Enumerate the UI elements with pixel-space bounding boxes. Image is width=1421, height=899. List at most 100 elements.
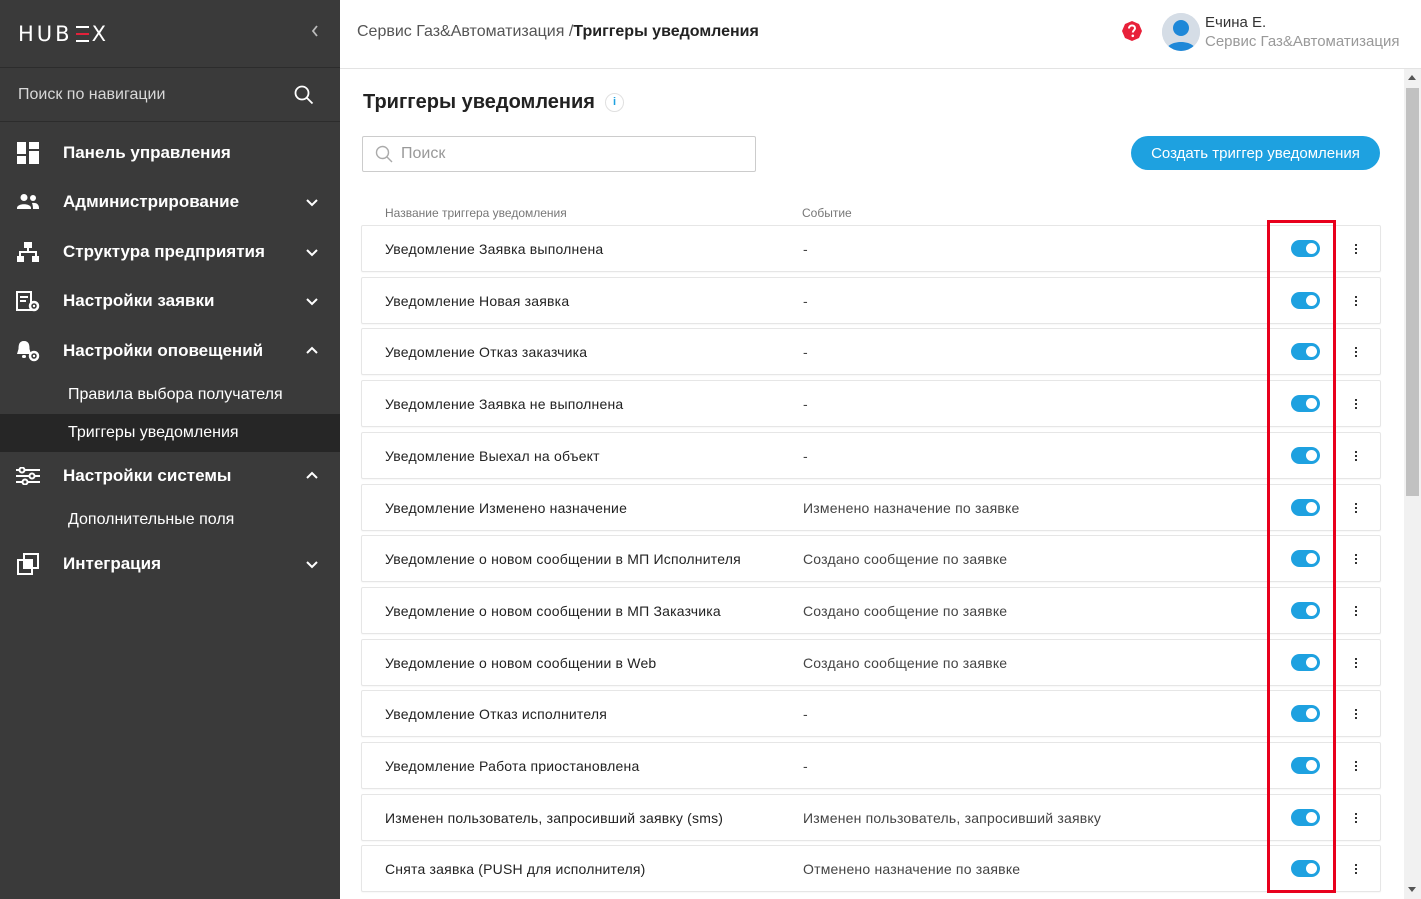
sidebar-subitem-recipient-rules[interactable]: Правила выбора получателя [0,376,340,414]
table-row[interactable]: Уведомление Работа приостановлена - [361,742,1381,789]
info-icon[interactable]: i [605,93,624,112]
trigger-name[interactable]: Уведомление о новом сообщении в МП Заказ… [385,603,721,619]
more-options-icon[interactable] [1346,443,1366,469]
trigger-name[interactable]: Изменен пользователь, запросивший заявку… [385,810,723,826]
main-content: Триггеры уведомления i Создать триггер у… [340,69,1404,899]
sidebar-item-label: Администрирование [63,192,240,212]
more-options-icon[interactable] [1346,650,1366,676]
column-header-name[interactable]: Название триггера уведомления [385,206,567,220]
sidebar-subitem-notification-triggers[interactable]: Триггеры уведомления [0,413,340,452]
breadcrumb-current: Триггеры уведомления [573,23,759,40]
create-trigger-button[interactable]: Создать триггер уведомления [1131,136,1380,170]
chevron-down-icon[interactable] [304,293,320,309]
sidebar-item-structure[interactable]: Структура предприятия [0,227,340,277]
table-row[interactable]: Уведомление Изменено назначение Изменено … [361,483,1381,531]
sidebar-item-system-settings[interactable]: Настройки системы [0,452,340,502]
help-icon[interactable] [1122,21,1142,41]
scrollbar[interactable] [1404,69,1421,899]
table-row[interactable]: Изменен пользователь, запросивший заявку… [361,793,1381,841]
sidebar-item-request-settings[interactable]: Настройки заявки [0,277,340,327]
trigger-event: Создано сообщение по заявке [803,551,1008,568]
more-options-icon[interactable] [1346,339,1366,365]
breadcrumb-parent[interactable]: Сервис Газ&Автоматизация / [357,23,573,40]
chevron-down-icon[interactable] [304,556,320,572]
scroll-up-arrow[interactable] [1408,75,1416,80]
trigger-event: Изменен пользователь, запросивший заявку [803,809,1102,826]
trigger-name[interactable]: Уведомление Новая заявка [385,293,569,309]
table-row[interactable]: Уведомление о новом сообщении в МП Заказ… [361,586,1381,634]
nav-search-placeholder: Поиск по навигации [18,85,166,103]
toggle-column-highlight [1267,220,1336,893]
trigger-name[interactable]: Снята заявка (PUSH для исполнителя) [385,861,646,877]
more-options-icon[interactable] [1346,753,1366,779]
table-row[interactable]: Уведомление Отказ исполнителя - [361,690,1381,738]
trigger-name[interactable]: Уведомление о новом сообщении в Web [385,655,656,671]
more-options-icon[interactable] [1346,805,1366,831]
more-options-icon[interactable] [1346,495,1366,521]
table-row[interactable]: Уведомление о новом сообщении в МП Испол… [361,535,1381,583]
trigger-event: Изменено назначение по заявке [803,499,1020,516]
more-options-icon[interactable] [1346,598,1366,624]
sidebar-item-label: Настройки оповещений [63,340,264,360]
sidebar-item-dashboard[interactable]: Панель управления [0,128,340,178]
sidebar-subitem-additional-fields[interactable]: Дополнительные поля [0,501,340,539]
notification-settings-icon [16,339,40,363]
nav-search[interactable]: Поиск по навигации [0,68,340,122]
table-row[interactable]: Уведомление Заявка не выполнена - [361,380,1381,428]
trigger-name[interactable]: Уведомление о новом сообщении в МП Испол… [385,551,741,567]
column-header-event[interactable]: Событие [802,206,852,220]
more-options-icon[interactable] [1346,391,1366,417]
trigger-event: - [803,758,808,774]
more-options-icon[interactable] [1346,236,1366,262]
scrollbar-thumb[interactable] [1406,88,1419,496]
chevron-up-icon[interactable] [304,468,320,484]
trigger-name[interactable]: Уведомление Заявка не выполнена [385,396,623,412]
trigger-event: - [803,706,808,723]
trigger-name[interactable]: Уведомление Выехал на объект [385,448,600,464]
trigger-name[interactable]: Уведомление Отказ заказчика [385,344,587,360]
trigger-name[interactable]: Уведомление Изменено назначение [385,500,627,516]
hubex-logo[interactable]: HUB X [18,22,109,46]
logo-text-end: X [91,21,109,46]
table-row[interactable]: Уведомление Выехал на объект - [361,431,1381,479]
sidebar-item-label: Настройки заявки [63,291,215,311]
more-options-icon[interactable] [1346,288,1366,314]
table-row[interactable]: Снята заявка (PUSH для исполнителя) Отмен… [361,845,1381,893]
request-settings-icon [16,289,40,313]
trigger-name[interactable]: Уведомление Работа приостановлена [385,758,639,774]
more-options-icon[interactable] [1346,701,1366,727]
sidebar-item-notification-settings[interactable]: Настройки оповещений [0,326,340,376]
top-header: Сервис Газ&Автоматизация /Триггеры уведо… [340,0,1421,69]
table-row[interactable]: Уведомление о новом сообщении в Web Созда… [361,638,1381,686]
integration-icon [16,552,40,576]
chevron-down-icon[interactable] [304,194,320,210]
scroll-down-arrow[interactable] [1408,887,1416,892]
collapse-sidebar-icon[interactable] [310,24,320,43]
chevron-up-icon[interactable] [304,343,320,359]
trigger-event: - [803,396,808,413]
sidebar-item-integration[interactable]: Интеграция [0,539,340,589]
system-settings-icon [16,464,40,488]
org-structure-icon [16,240,40,264]
search-field[interactable] [362,136,756,172]
sidebar-item-administration[interactable]: Администрирование [0,178,340,228]
avatar[interactable] [1162,13,1200,51]
sidebar-item-label: Структура предприятия [63,241,265,261]
sidebar-item-label: Панель управления [63,142,231,162]
more-options-icon[interactable] [1346,546,1366,572]
trigger-name[interactable]: Уведомление Заявка выполнена [385,241,603,257]
trigger-event: - [803,292,808,309]
trigger-event: Отменено назначение по заявке [803,861,1021,878]
table-row[interactable]: Уведомление Заявка выполнена - [361,225,1381,272]
search-icon[interactable] [294,85,314,105]
chevron-down-icon[interactable] [304,244,320,260]
search-icon [375,145,393,163]
more-options-icon[interactable] [1346,856,1366,882]
table-row[interactable]: Уведомление Новая заявка - [361,276,1381,324]
trigger-event: Создано сообщение по заявке [803,602,1008,619]
search-input[interactable] [401,145,741,163]
table-row[interactable]: Уведомление Отказ заказчика - [361,328,1381,376]
user-name[interactable]: Ечина Е. [1205,14,1266,31]
trigger-event: - [803,447,808,464]
trigger-name[interactable]: Уведомление Отказ исполнителя [385,706,607,722]
